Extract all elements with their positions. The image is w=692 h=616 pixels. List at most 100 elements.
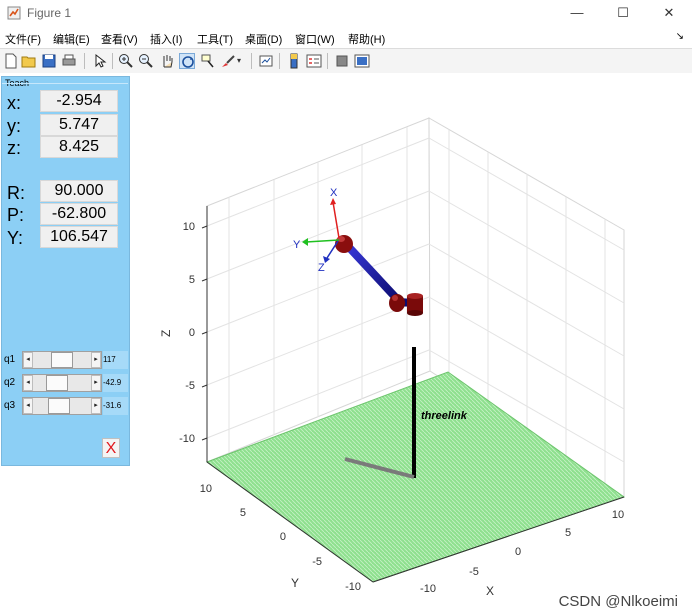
teach-close-button[interactable]: X	[102, 438, 120, 458]
frame-x-label: X	[330, 187, 338, 199]
z-tick-label: 10	[183, 221, 195, 233]
zoom-out-icon[interactable]	[138, 53, 154, 69]
slider-right-arrow-icon[interactable]: ▸	[91, 398, 101, 414]
z-axis-label: Z	[159, 330, 173, 337]
x-axis-label: X	[486, 584, 494, 598]
show-plot-tools-icon[interactable]	[354, 53, 370, 69]
slider-thumb[interactable]	[46, 375, 68, 391]
y-label: y:	[7, 116, 22, 136]
insert-legend-icon[interactable]	[306, 53, 322, 69]
toolbar-separator	[279, 53, 280, 69]
q1-label: q1	[4, 354, 16, 365]
slider-thumb[interactable]	[48, 398, 70, 414]
q3-slider[interactable]: ◂ ▸	[22, 397, 102, 415]
y-tick-label: 5	[240, 507, 246, 519]
z-label: z:	[7, 138, 22, 158]
yaw-value-display: 106.547	[40, 226, 118, 248]
menu-window[interactable]: 窗口(W)	[295, 31, 335, 47]
teach-panel-divider	[2, 83, 128, 84]
teach-panel: Teach x: -2.954 y: 5.747 z: 8.425 R: 90.…	[1, 76, 130, 466]
title-bar: Figure 1 — ☐ ✕	[0, 0, 692, 29]
menu-desktop[interactable]: 桌面(D)	[245, 31, 282, 47]
matlab-figure-icon	[7, 6, 21, 20]
z-tick-label: 0	[189, 327, 195, 339]
z-tick-marks	[201, 225, 208, 441]
z-tick-label: -10	[179, 433, 195, 445]
brush-dropdown-icon[interactable]: ▾	[237, 53, 245, 69]
data-cursor-icon[interactable]	[200, 53, 216, 69]
robot-joint-elbow	[389, 294, 405, 312]
x-tick-label: 5	[565, 527, 571, 539]
maximize-button[interactable]: ☐	[600, 0, 646, 28]
z-value-display: 8.425	[40, 136, 118, 158]
menu-edit[interactable]: 编辑(E)	[53, 31, 90, 47]
robot-name-label: threelink	[421, 410, 468, 422]
z-tick-label: 5	[189, 274, 195, 286]
q1-value: 117	[103, 351, 128, 369]
pointer-icon[interactable]	[92, 53, 108, 69]
x-label: x:	[7, 93, 22, 113]
toolbar-separator	[251, 53, 252, 69]
slider-right-arrow-icon[interactable]: ▸	[91, 352, 101, 368]
menu-insert[interactable]: 插入(I)	[150, 31, 182, 47]
menu-overflow-arrow-icon[interactable]: ↘	[676, 31, 684, 42]
y-tick-label: 10	[200, 483, 212, 495]
y-tick-label: -10	[345, 581, 361, 593]
toolbar-separator	[112, 53, 113, 69]
rotate-3d-icon[interactable]	[179, 53, 195, 69]
figure-toolbar: ▾	[0, 48, 692, 74]
zoom-in-icon[interactable]	[118, 53, 134, 69]
y-tick-label: -5	[312, 556, 322, 568]
toolbar-separator	[84, 53, 85, 69]
robot-joint-shoulder	[407, 293, 423, 316]
roll-value-display: 90.000	[40, 180, 118, 202]
y-axis-label: Y	[291, 576, 299, 590]
slider-left-arrow-icon[interactable]: ◂	[23, 352, 33, 368]
hide-plot-tools-icon[interactable]	[334, 53, 350, 69]
slider-right-arrow-icon[interactable]: ▸	[91, 375, 101, 391]
y-value-display: 5.747	[40, 114, 118, 136]
q2-slider[interactable]: ◂ ▸	[22, 374, 102, 392]
q3-value: -31.6	[103, 397, 128, 415]
slider-thumb[interactable]	[51, 352, 73, 368]
close-window-button[interactable]: ✕	[646, 0, 692, 28]
new-figure-icon[interactable]	[3, 53, 19, 69]
z-tick-label: -5	[185, 380, 195, 392]
menu-view[interactable]: 查看(V)	[101, 31, 138, 47]
x-tick-label: 10	[612, 509, 624, 521]
menu-help[interactable]: 帮助(H)	[348, 31, 385, 47]
menu-bar: 文件(F) 编辑(E) 查看(V) 插入(I) 工具(T) 桌面(D) 窗口(W…	[0, 28, 692, 48]
menu-file[interactable]: 文件(F)	[5, 31, 41, 47]
z-tick-labels: 10 5 0 -5 -10	[179, 221, 195, 445]
slider-left-arrow-icon[interactable]: ◂	[23, 375, 33, 391]
q3-label: q3	[4, 400, 16, 411]
q2-label: q2	[4, 377, 16, 388]
frame-z-label: Z	[318, 262, 325, 274]
yaw-label: Y:	[7, 228, 24, 248]
open-file-icon[interactable]	[21, 53, 37, 69]
pitch-label: P:	[7, 205, 25, 225]
robot-joint-end	[335, 235, 353, 253]
brush-icon[interactable]	[220, 53, 236, 69]
minimize-button[interactable]: —	[554, 0, 600, 28]
link-plot-icon[interactable]	[258, 53, 274, 69]
x-value-display: -2.954	[40, 90, 118, 112]
menu-tools[interactable]: 工具(T)	[197, 31, 233, 47]
frame-y-label: Y	[293, 239, 301, 251]
y-tick-label: 0	[280, 531, 286, 543]
q2-value: -42.9	[103, 374, 128, 392]
toolbar-separator	[327, 53, 328, 69]
q1-slider[interactable]: ◂ ▸	[22, 351, 102, 369]
slider-left-arrow-icon[interactable]: ◂	[23, 398, 33, 414]
pan-icon[interactable]	[159, 53, 175, 69]
insert-colorbar-icon[interactable]	[286, 53, 302, 69]
roll-label: R:	[7, 183, 25, 203]
x-tick-label: -10	[420, 583, 436, 595]
print-icon[interactable]	[61, 53, 77, 69]
window-title: Figure 1	[27, 6, 72, 20]
pitch-value-display: -62.800	[40, 203, 118, 225]
x-tick-label: -5	[469, 566, 479, 578]
x-tick-label: 0	[515, 546, 521, 558]
watermark-text: CSDN @Nlkoeimi	[558, 593, 678, 610]
save-icon[interactable]	[41, 53, 57, 69]
